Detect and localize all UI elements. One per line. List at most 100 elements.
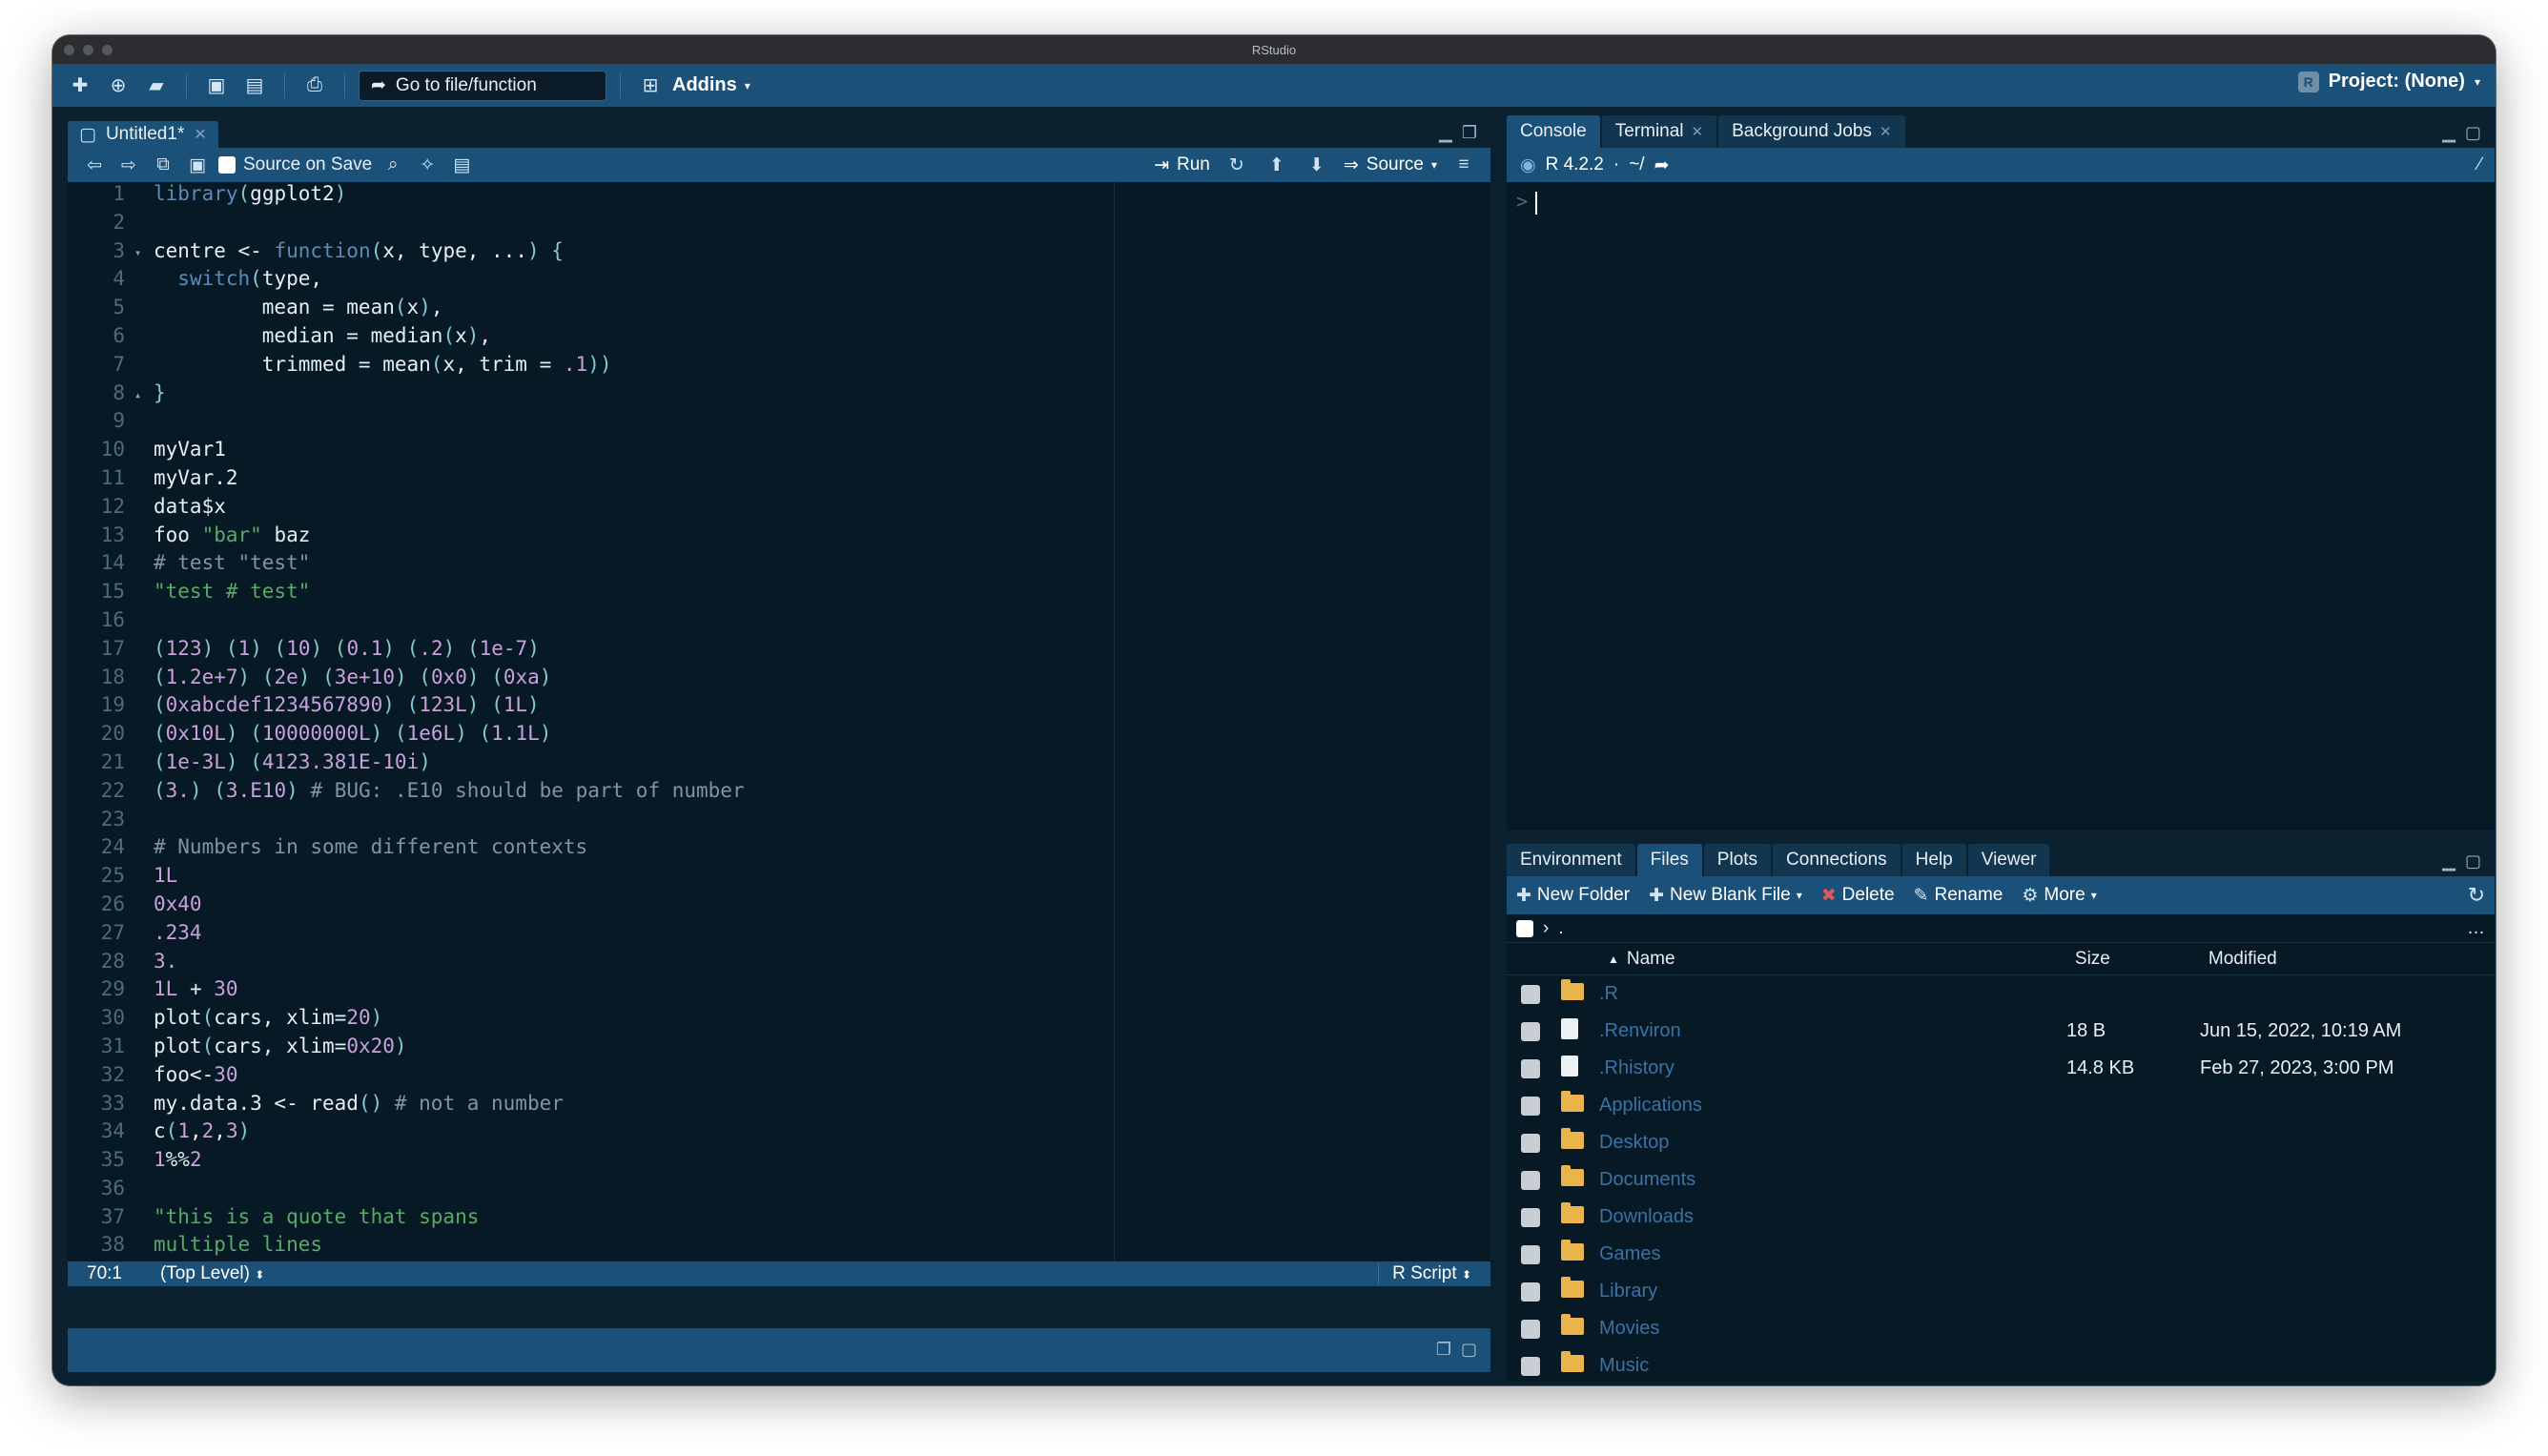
fold-marker[interactable] <box>134 495 154 523</box>
file-name-link[interactable]: Library <box>1599 1281 2066 1302</box>
fold-marker[interactable] <box>134 892 154 921</box>
path-label[interactable]: . <box>1558 918 1563 939</box>
fold-marker[interactable] <box>134 296 154 324</box>
fold-marker[interactable] <box>134 608 154 637</box>
minimize-window-button[interactable] <box>83 45 93 55</box>
close-icon[interactable]: ✕ <box>194 125 206 144</box>
row-checkbox[interactable] <box>1521 1282 1540 1302</box>
minimize-pane-icon[interactable]: ▁ <box>2442 851 2456 872</box>
fold-marker[interactable] <box>134 1092 154 1120</box>
fold-marker[interactable] <box>134 864 154 892</box>
code-line[interactable]: 20 (0x10L) (10000000L) (1e6L) (1.1L) <box>68 722 1490 750</box>
file-type-menu[interactable]: R Script ⬍ <box>1378 1263 1471 1284</box>
save-icon[interactable]: ▣ <box>184 154 211 176</box>
fold-marker[interactable] <box>134 1119 154 1148</box>
file-name-link[interactable]: Applications <box>1599 1095 2066 1117</box>
tab-plots[interactable]: Plots <box>1703 844 1772 876</box>
code-line[interactable]: 27 .234 <box>68 921 1490 950</box>
grid-layout-icon[interactable]: ⊞ <box>634 72 667 100</box>
tab-files[interactable]: Files <box>1636 844 1702 876</box>
fold-marker[interactable] <box>134 921 154 950</box>
rerun-icon[interactable]: ↻ <box>1223 154 1250 176</box>
fold-marker[interactable] <box>134 779 154 808</box>
row-checkbox[interactable] <box>1521 1356 1540 1376</box>
code-line[interactable]: 38 multiple lines <box>68 1233 1490 1261</box>
run-button[interactable]: ⇥ Run <box>1154 154 1210 176</box>
file-row[interactable]: .R <box>1507 975 2495 1013</box>
zoom-window-button[interactable] <box>102 45 113 55</box>
code-line[interactable]: 9 <box>68 409 1490 438</box>
close-window-button[interactable] <box>64 45 74 55</box>
code-line[interactable]: 11 myVar.2 <box>68 466 1490 495</box>
fold-marker[interactable] <box>134 580 154 608</box>
tab-console[interactable]: Console <box>1507 115 1600 148</box>
fold-marker[interactable] <box>134 267 154 296</box>
clear-console-icon[interactable]: ⁄ <box>2478 154 2481 175</box>
fold-marker[interactable] <box>134 637 154 666</box>
code-line[interactable]: 34 c(1,2,3) <box>68 1119 1490 1148</box>
file-name-link[interactable]: Games <box>1599 1243 2066 1265</box>
fold-marker[interactable] <box>134 1063 154 1092</box>
code-line[interactable]: 17 (123) (1) (10) (0.1) (.2) (1e-7) <box>68 637 1490 666</box>
compile-report-icon[interactable]: ▤ <box>448 154 475 176</box>
tab-viewer[interactable]: Viewer <box>1967 844 2050 876</box>
row-checkbox[interactable] <box>1521 1133 1540 1153</box>
code-line[interactable]: 29 1L + 30 <box>68 977 1490 1006</box>
file-name-link[interactable]: Downloads <box>1599 1206 2066 1228</box>
new-file-icon[interactable]: ✚ <box>64 72 96 100</box>
row-checkbox[interactable] <box>1521 1319 1540 1339</box>
search-icon[interactable]: ⌕ <box>380 154 406 175</box>
fold-marker[interactable] <box>134 1205 154 1234</box>
row-checkbox[interactable] <box>1521 1021 1540 1041</box>
maximize-pane-icon[interactable]: ▢ <box>2465 123 2481 143</box>
source-on-save-checkbox[interactable] <box>218 156 236 174</box>
fold-marker[interactable] <box>134 977 154 1006</box>
addins-menu[interactable]: Addins ▾ <box>672 74 750 96</box>
magic-wand-icon[interactable]: ✧ <box>414 154 441 176</box>
down-arrow-icon[interactable]: ⬇ <box>1304 154 1330 176</box>
fold-marker[interactable] <box>134 182 154 211</box>
code-line[interactable]: 8 ▴} <box>68 381 1490 410</box>
file-name-link[interactable]: Music <box>1599 1355 2066 1377</box>
fold-marker[interactable] <box>134 466 154 495</box>
file-name-link[interactable]: .Rhistory <box>1599 1057 2066 1079</box>
row-checkbox[interactable] <box>1521 1058 1540 1078</box>
code-line[interactable]: 18 (1.2e+7) (2e) (3e+10) (0x0) (0xa) <box>68 666 1490 694</box>
fold-marker[interactable] <box>134 523 154 552</box>
code-line[interactable]: 6 median = median(x), <box>68 324 1490 353</box>
fold-marker[interactable] <box>134 1177 154 1205</box>
fold-marker[interactable] <box>134 750 154 779</box>
fold-marker[interactable] <box>134 808 154 836</box>
column-name[interactable]: Name <box>1627 949 2075 970</box>
row-checkbox[interactable] <box>1521 1096 1540 1116</box>
code-line[interactable]: 35 1%%2 <box>68 1148 1490 1177</box>
code-line[interactable]: 26 0x40 <box>68 892 1490 921</box>
code-line[interactable]: 32 foo<-30 <box>68 1063 1490 1092</box>
code-line[interactable]: 31 plot(cars, xlim=0x20) <box>68 1035 1490 1063</box>
fold-marker[interactable] <box>134 324 154 353</box>
new-project-icon[interactable]: ⊕ <box>102 72 134 100</box>
code-line[interactable]: 14 # test "test" <box>68 551 1490 580</box>
fold-marker[interactable] <box>134 693 154 722</box>
back-arrow-icon[interactable]: ⇦ <box>81 154 108 176</box>
code-line[interactable]: 21 (1e-3L) (4123.381E-10i) <box>68 750 1490 779</box>
code-line[interactable]: 12 data$x <box>68 495 1490 523</box>
more-options-icon[interactable]: … <box>2467 918 2485 939</box>
file-row[interactable]: Games <box>1507 1236 2495 1273</box>
file-row[interactable]: .Renviron 18 B Jun 15, 2022, 10:19 AM <box>1507 1013 2495 1050</box>
file-row[interactable]: Desktop <box>1507 1124 2495 1161</box>
code-line[interactable]: 10 myVar1 <box>68 438 1490 466</box>
restore-pane-icon[interactable]: ❐ <box>1436 1340 1451 1360</box>
file-name-link[interactable]: Desktop <box>1599 1132 2066 1154</box>
fold-marker[interactable] <box>134 1006 154 1035</box>
file-row[interactable]: Applications <box>1507 1087 2495 1124</box>
code-line[interactable]: 24 # Numbers in some different contexts <box>68 835 1490 864</box>
code-line[interactable]: 2 <box>68 211 1490 239</box>
new-blank-file-button[interactable]: ✚ New Blank File ▾ <box>1649 885 1802 907</box>
more-button[interactable]: ⚙ More ▾ <box>2022 885 2096 907</box>
file-row[interactable]: Library <box>1507 1273 2495 1310</box>
save-all-icon[interactable]: ▤ <box>238 72 271 100</box>
fold-marker[interactable] <box>134 409 154 438</box>
tab-terminal[interactable]: Terminal ✕ <box>1601 115 1717 148</box>
code-line[interactable]: 1 library(ggplot2) <box>68 182 1490 211</box>
